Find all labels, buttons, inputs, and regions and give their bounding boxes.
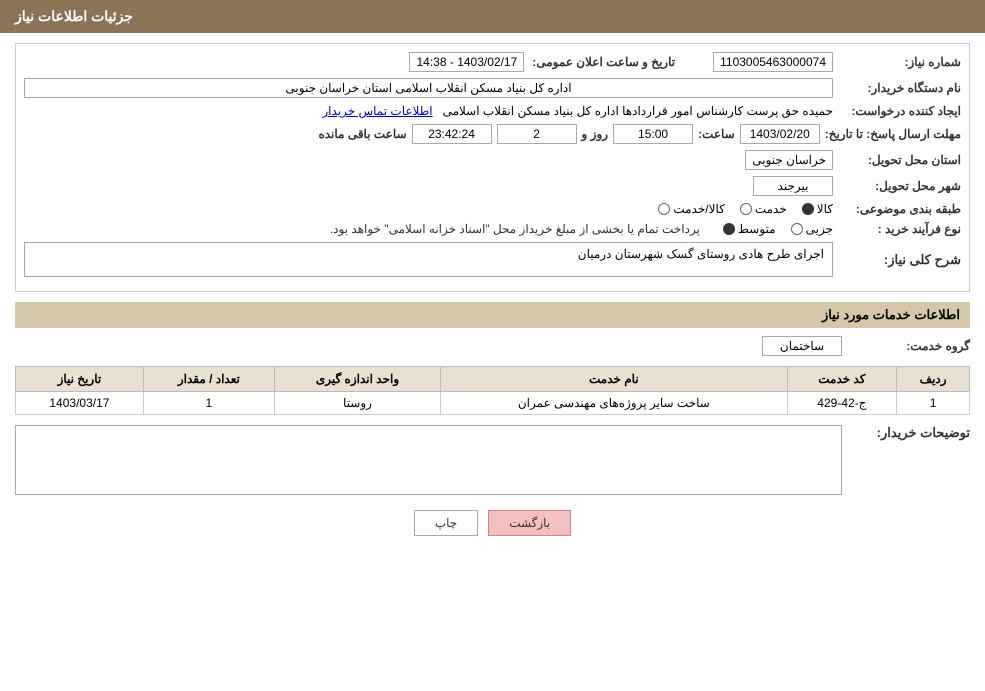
general-desc-label: شرح کلی نیاز: [841,252,961,268]
row-general-desc: شرح کلی نیاز: اجرای طرح هادی روستای گسک … [24,242,961,277]
service-group-value: ساختمان [762,336,842,356]
radio-khedmat-label: خدمت [755,202,787,216]
row-province: استان محل تحویل: خراسان جنوبی [24,150,961,170]
response-time-label: ساعت: [698,127,735,141]
radio-khedmat: خدمت [740,202,787,216]
announcement-date-label: تاریخ و ساعت اعلان عمومی: [532,55,675,69]
response-deadline-label: مهلت ارسال پاسخ: تا تاریخ: [825,127,961,141]
page-wrapper: جزئیات اطلاعات نیاز شماره نیاز: 11030054… [0,0,985,691]
creator-value: حمیده حق پرست کارشناس امور قراردادها ادا… [24,104,833,118]
services-table-section: ردیف کد خدمت نام خدمت واحد اندازه گیری ت… [15,366,970,415]
row-category: طبقه بندی موضوعی: کالا خدمت کالا/خدمت [24,202,961,216]
row-purchase-type: نوع فرآیند خرید : جزیی متوسط پرداخت تمام… [24,222,961,236]
radio-khedmat-circle[interactable] [740,203,752,215]
row-buyer-desc: توضیحات خریدار: [15,425,970,495]
row-creator: ایجاد کننده درخواست: حمیده حق پرست کارشن… [24,104,961,118]
city-value: بیرجند [753,176,833,196]
cell-unit: روستا [274,392,440,415]
response-time: 15:00 [613,124,693,144]
response-seconds: 23:42:24 [412,124,492,144]
radio-kala-circle[interactable] [802,203,814,215]
buyer-desc-textarea[interactable] [15,425,842,495]
radio-kala-khedmat-label: کالا/خدمت [673,202,724,216]
purchase-note: پرداخت تمام یا بخشی از مبلغ خریداز محل "… [330,222,700,236]
page-title: جزئیات اطلاعات نیاز [15,8,133,24]
response-days: 2 [497,124,577,144]
radio-kala: کالا [802,202,833,216]
need-number-label: شماره نیاز: [841,55,961,69]
service-group-label: گروه خدمت: [850,339,970,353]
cell-row: 1 [897,392,970,415]
radio-kala-khedmat-circle[interactable] [658,203,670,215]
radio-motavaset-circle[interactable] [723,223,735,235]
services-table: ردیف کد خدمت نام خدمت واحد اندازه گیری ت… [15,366,970,415]
province-label: استان محل تحویل: [841,153,961,167]
table-header-row: ردیف کد خدمت نام خدمت واحد اندازه گیری ت… [16,367,970,392]
org-name-label: نام دستگاه خریدار: [841,81,961,95]
city-label: شهر محل تحویل: [841,179,961,193]
col-header-qty: تعداد / مقدار [143,367,274,392]
radio-jozi: جزیی [791,222,833,236]
category-label: طبقه بندی موضوعی: [841,202,961,216]
category-radio-group: کالا خدمت کالا/خدمت [658,202,833,216]
purchase-type-label: نوع فرآیند خرید : [841,222,961,236]
print-button[interactable]: چاپ [414,510,478,536]
col-header-unit: واحد اندازه گیری [274,367,440,392]
cell-name: ساخت سایر پروژه‌های مهندسی عمران [441,392,787,415]
response-date: 1403/02/20 [740,124,820,144]
cell-code: ج-42-429 [787,392,897,415]
row-response-deadline: مهلت ارسال پاسخ: تا تاریخ: 1403/02/20 سا… [24,124,961,144]
purchase-type-radio-group: جزیی متوسط [723,222,833,236]
services-section-title: اطلاعات خدمات مورد نیاز [15,302,970,328]
radio-jozi-label: جزیی [806,222,833,236]
need-number-value: 1103005463000074 [713,52,833,72]
response-days-label: روز و [582,127,609,141]
col-header-row: ردیف [897,367,970,392]
province-value: خراسان جنوبی [745,150,833,170]
org-name-value: اداره کل بنیاد مسکن انقلاب اسلامی استان … [24,78,833,98]
row-service-group: گروه خدمت: ساختمان [15,336,970,356]
back-button[interactable]: بازگشت [488,510,571,536]
row-need-number: شماره نیاز: 1103005463000074 تاریخ و ساع… [24,52,961,72]
radio-kala-khedmat: کالا/خدمت [658,202,724,216]
radio-kala-label: کالا [817,202,833,216]
radio-motavaset: متوسط [723,222,776,236]
creator-label: ایجاد کننده درخواست: [841,104,961,118]
row-city: شهر محل تحویل: بیرجند [24,176,961,196]
cell-date: 1403/03/17 [16,392,144,415]
buyer-desc-label: توضیحات خریدار: [850,425,970,441]
general-desc-value: اجرای طرح هادی روستای گسک شهرستان درمیان [24,242,833,277]
col-header-date: تاریخ نیاز [16,367,144,392]
main-content: شماره نیاز: 1103005463000074 تاریخ و ساع… [0,33,985,561]
button-row: بازگشت چاپ [15,510,970,551]
cell-qty: 1 [143,392,274,415]
info-section: شماره نیاز: 1103005463000074 تاریخ و ساع… [15,43,970,292]
page-header: جزئیات اطلاعات نیاز [0,0,985,33]
radio-motavaset-label: متوسط [738,222,776,236]
row-org-name: نام دستگاه خریدار: اداره کل بنیاد مسکن ا… [24,78,961,98]
creator-link[interactable]: اطلاعات تماس خریدار [322,104,432,118]
radio-jozi-circle[interactable] [791,223,803,235]
table-row: 1ج-42-429ساخت سایر پروژه‌های مهندسی عمرا… [16,392,970,415]
col-header-code: کد خدمت [787,367,897,392]
response-remaining-label: ساعت باقی مانده [318,127,406,141]
col-header-name: نام خدمت [441,367,787,392]
announcement-date-value: 1403/02/17 - 14:38 [409,52,524,72]
